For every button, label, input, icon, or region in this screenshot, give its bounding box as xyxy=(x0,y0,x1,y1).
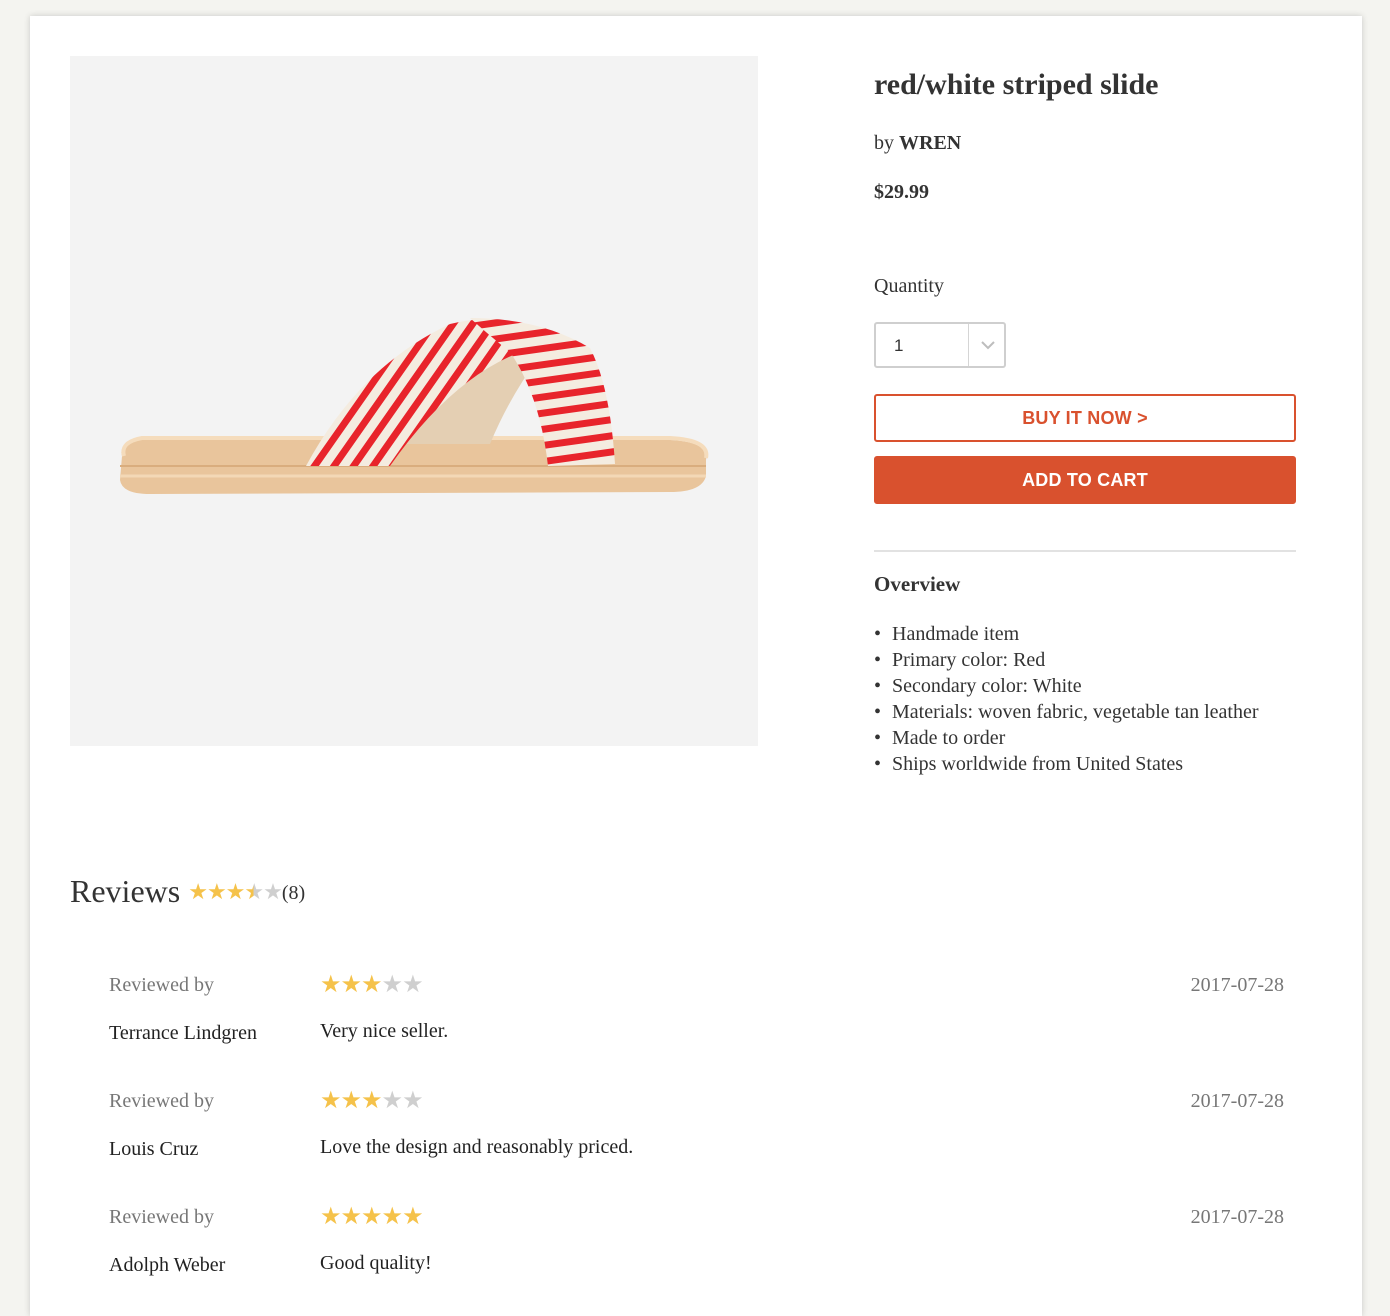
star-filled-icon: ★ xyxy=(361,972,382,998)
product-image[interactable] xyxy=(70,56,758,746)
star-filled-icon: ★ xyxy=(381,1204,403,1230)
review-item: Reviewed by Terrance Lindgren ★★★★★ Very… xyxy=(109,972,1284,1084)
reviewer-name: Louis Cruz xyxy=(109,1138,199,1160)
star-filled-icon: ★ xyxy=(320,972,341,998)
overview-item: Primary color: Red xyxy=(874,647,1259,673)
star-filled-icon: ★ xyxy=(225,879,246,904)
byline-prefix: by xyxy=(874,132,894,154)
overview-title: Overview xyxy=(874,572,961,596)
star-filled-icon: ★ xyxy=(340,1088,362,1114)
star-filled-icon: ★ xyxy=(206,879,227,904)
chevron-down-icon xyxy=(981,341,995,350)
review-rating-stars: ★★★★★ xyxy=(320,1202,424,1231)
review-count: (8) xyxy=(281,882,306,904)
star-filled-icon: ★ xyxy=(340,1204,362,1230)
review-rating-stars: ★★★★★ xyxy=(320,970,424,999)
star-filled-icon: ★ xyxy=(320,1204,341,1230)
quantity-label: Quantity xyxy=(874,275,944,297)
review-date: 2017-07-28 xyxy=(1190,1090,1284,1112)
quantity-value: 1 xyxy=(894,336,904,355)
product-title: red/white striped slide xyxy=(874,68,1159,101)
divider xyxy=(874,550,1296,552)
star-half-icon: ★ xyxy=(244,879,264,904)
star-filled-icon: ★ xyxy=(340,972,362,998)
star-filled-icon: ★ xyxy=(188,879,208,904)
product-card: red/white striped slide by WREN $29.99 Q… xyxy=(30,16,1362,1316)
overview-item: Made to order xyxy=(874,725,1259,751)
star-empty-icon: ★ xyxy=(402,972,423,998)
review-comment: Good quality! xyxy=(320,1252,432,1274)
review-date: 2017-07-28 xyxy=(1190,1206,1284,1228)
quantity-divider xyxy=(968,324,969,366)
buy-it-now-button[interactable]: BUY IT NOW > xyxy=(874,394,1296,442)
reviews-heading: Reviews ★★★★★(8) xyxy=(70,873,305,910)
overview-item: Ships worldwide from United States xyxy=(874,751,1259,777)
star-filled-icon: ★ xyxy=(402,1204,423,1230)
overview-list: Handmade item Primary color: Red Seconda… xyxy=(874,621,1259,777)
review-item: Reviewed by Louis Cruz ★★★★★ Love the de… xyxy=(109,1088,1284,1200)
star-filled-icon: ★ xyxy=(320,1088,341,1114)
overview-item: Materials: woven fabric, vegetable tan l… xyxy=(874,699,1259,725)
sandal-illustration xyxy=(70,56,758,746)
reviewer-name: Adolph Weber xyxy=(109,1254,226,1276)
product-byline: by WREN xyxy=(874,132,961,155)
review-comment: Very nice seller. xyxy=(320,1020,449,1042)
star-empty-icon: ★ xyxy=(381,972,403,998)
star-empty-icon: ★ xyxy=(402,1088,423,1114)
quantity-select[interactable]: 1 xyxy=(874,322,1006,368)
average-rating-stars: ★★★★★ xyxy=(188,879,283,905)
star-empty-icon: ★ xyxy=(381,1088,403,1114)
review-rating-stars: ★★★★★ xyxy=(320,1086,424,1115)
review-item: Reviewed by Adolph Weber ★★★★★ Good qual… xyxy=(109,1204,1284,1316)
star-empty-icon: ★ xyxy=(263,879,283,904)
review-comment: Love the design and reasonably priced. xyxy=(320,1136,634,1158)
reviewed-by-label: Reviewed by xyxy=(109,1090,214,1112)
add-to-cart-button[interactable]: ADD TO CART xyxy=(874,456,1296,504)
star-filled-icon: ★ xyxy=(361,1204,382,1230)
reviewer-name: Terrance Lindgren xyxy=(109,1022,257,1044)
brand-link[interactable]: WREN xyxy=(899,132,961,154)
reviews-title: Reviews xyxy=(70,873,181,909)
overview-item: Secondary color: White xyxy=(874,673,1259,699)
reviewed-by-label: Reviewed by xyxy=(109,974,214,996)
overview-item: Handmade item xyxy=(874,621,1259,647)
star-filled-icon: ★ xyxy=(361,1088,382,1114)
product-price: $29.99 xyxy=(874,181,929,203)
reviewed-by-label: Reviewed by xyxy=(109,1206,214,1228)
review-date: 2017-07-28 xyxy=(1190,974,1284,996)
